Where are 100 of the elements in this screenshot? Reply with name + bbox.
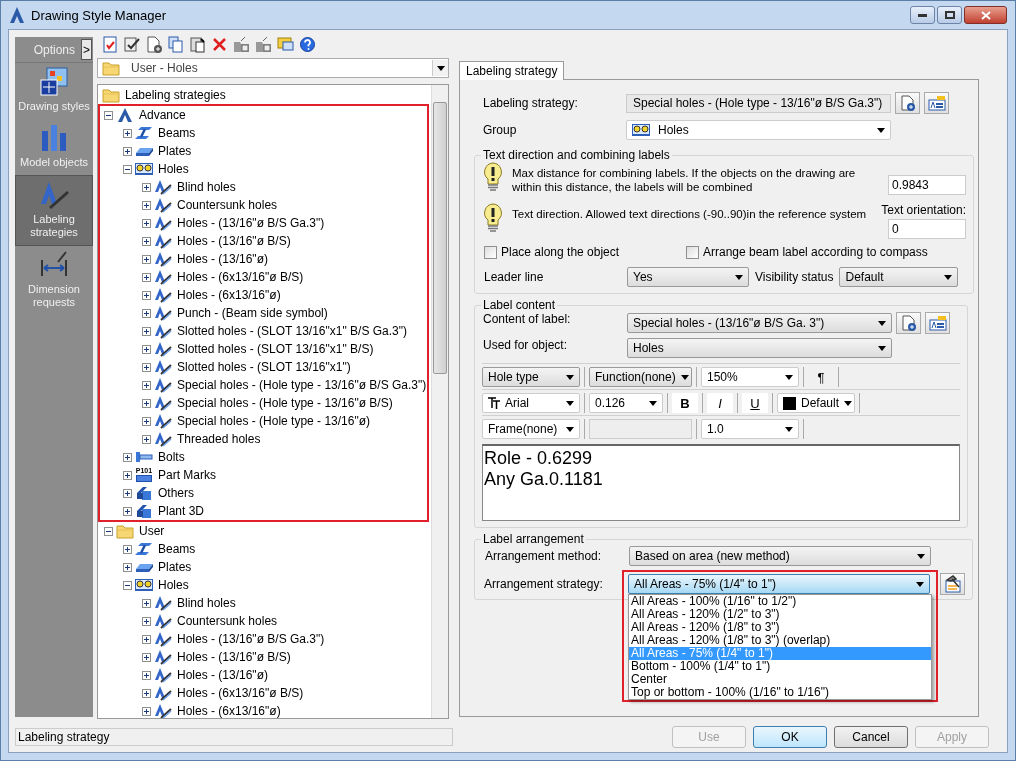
tree-item[interactable]: Plant 3D — [156, 504, 207, 518]
expand-toggle[interactable] — [104, 526, 113, 536]
expand-toggle[interactable] — [142, 398, 151, 408]
tree-item[interactable]: Plates — [156, 144, 194, 158]
tree-item[interactable]: Advance — [137, 108, 188, 122]
dropdown-option[interactable]: All Areas - 100% (1/16" to 1/2") — [629, 595, 931, 608]
expand-toggle[interactable] — [142, 434, 151, 444]
format-dropdown[interactable]: 0.126 — [589, 393, 663, 413]
delete-icon[interactable] — [211, 35, 228, 53]
expand-toggle[interactable] — [142, 308, 151, 318]
sidebar-item[interactable]: Labeling strategies — [15, 175, 93, 246]
tree-item[interactable]: Part Marks — [156, 468, 218, 482]
tree-item[interactable]: Special holes - (Hole type - 13/16"ø B/S) — [175, 396, 395, 410]
paragraph-button[interactable]: ¶ — [808, 367, 834, 387]
expand-toggle[interactable] — [142, 254, 151, 264]
tree-item[interactable]: Punch - (Beam side symbol) — [175, 306, 330, 320]
tree-item[interactable]: Holes - (13/16"ø B/S) — [175, 650, 293, 664]
format-dropdown[interactable]: Hole type — [482, 367, 580, 387]
checkbox[interactable] — [484, 245, 497, 259]
tree-item[interactable]: Labeling strategies — [123, 88, 228, 102]
tree-item[interactable]: Countersunk holes — [175, 614, 280, 628]
tree-item[interactable]: Special holes - (Hole type - 13/16"ø) — [175, 414, 372, 428]
expand-toggle[interactable] — [142, 416, 151, 426]
expand-toggle[interactable] — [142, 670, 151, 680]
tree-item[interactable]: User — [137, 524, 167, 538]
expand-toggle[interactable] — [123, 488, 132, 498]
tree-item[interactable]: Holes - (13/16"ø B/S Ga.3") — [175, 632, 327, 646]
expand-toggle[interactable] — [142, 598, 151, 608]
expand-toggle[interactable] — [142, 182, 151, 192]
expand-toggle[interactable] — [123, 506, 132, 516]
expand-toggle[interactable] — [142, 218, 151, 228]
tree-item[interactable]: Threaded holes — [175, 432, 263, 446]
dropdown-option[interactable]: All Areas - 120% (1/8" to 3") (overlap) — [629, 634, 931, 647]
close-button[interactable] — [964, 6, 1007, 24]
strategy-field[interactable]: Special holes - (Hole type - 13/16"ø B/S Ga.3") — [626, 93, 891, 113]
expand-toggle[interactable] — [123, 164, 132, 174]
tree-item[interactable]: Holes - (6x13/16"ø B/S) — [175, 686, 306, 700]
tree-item[interactable]: Holes — [156, 162, 191, 176]
tree-item[interactable]: Bolts — [156, 450, 187, 464]
tree-item[interactable]: Plates — [156, 560, 194, 574]
expand-toggle[interactable] — [123, 544, 132, 554]
copy-icon[interactable] — [167, 35, 184, 53]
location-dropdown[interactable]: User - Holes — [97, 58, 449, 78]
bold-button[interactable]: B — [672, 393, 698, 413]
monitor-icon[interactable] — [277, 35, 294, 53]
format-dropdown[interactable]: 150% — [701, 367, 799, 387]
tab[interactable]: Labeling strategy — [459, 61, 565, 80]
dropdown-option[interactable]: Bottom - 100% (1/4" to 1") — [629, 660, 931, 673]
strategy-dropdown[interactable]: All Areas - 75% (1/4" to 1") — [628, 574, 930, 594]
expand-toggle[interactable] — [142, 290, 151, 300]
tree-item[interactable]: Holes - (13/16"ø B/S) — [175, 234, 293, 248]
expand-button[interactable]: > — [81, 39, 92, 60]
checklist-icon[interactable] — [101, 35, 118, 53]
method-dropdown[interactable]: Based on area (new method) — [629, 546, 931, 566]
tree-item[interactable]: Special holes - (Hole type - 13/16"ø B/S Ga.3") — [175, 378, 429, 392]
folder-export-icon[interactable] — [233, 35, 250, 53]
tree-item[interactable]: Blind holes — [175, 596, 238, 610]
edit-button[interactable] — [924, 92, 949, 114]
label-text-editor[interactable]: Role - 0.6299 Any Ga.0.1181 — [482, 444, 960, 521]
tools-button[interactable] — [940, 573, 965, 595]
italic-button[interactable]: I — [707, 393, 733, 413]
tree-item[interactable]: Slotted holes - (SLOT 13/16"x1") — [175, 360, 353, 374]
leader-line-dropdown[interactable]: Yes — [627, 267, 749, 287]
font-dropdown[interactable]: Arial — [482, 393, 580, 413]
dropdown-option[interactable]: Center — [629, 673, 931, 686]
expand-toggle[interactable] — [142, 616, 151, 626]
dialog-button[interactable]: Cancel — [834, 726, 908, 748]
format-field[interactable] — [589, 419, 692, 439]
expand-toggle[interactable] — [142, 344, 151, 354]
color-dropdown[interactable]: Default — [777, 393, 855, 413]
expand-toggle[interactable] — [142, 272, 151, 282]
maximize-button[interactable] — [937, 6, 962, 24]
expand-toggle[interactable] — [104, 110, 113, 120]
expand-toggle[interactable] — [123, 562, 132, 572]
format-dropdown[interactable]: Frame(none) — [482, 419, 580, 439]
minimize-button[interactable] — [910, 6, 935, 24]
dropdown-option[interactable]: Top or bottom - 100% (1/16" to 1/16") — [629, 686, 931, 699]
dropdown-option[interactable]: All Areas - 120% (1/2" to 3") — [629, 608, 931, 621]
expand-toggle[interactable] — [142, 200, 151, 210]
expand-toggle[interactable] — [123, 452, 132, 462]
expand-toggle[interactable] — [142, 362, 151, 372]
tree-item[interactable]: Holes — [156, 578, 191, 592]
tree-item[interactable]: Beams — [156, 126, 198, 140]
group-dropdown[interactable]: Holes — [626, 120, 891, 140]
new-document-icon[interactable] — [145, 35, 162, 53]
distance-field[interactable]: 0.9843 — [888, 175, 966, 195]
format-dropdown[interactable]: 1.0 — [701, 419, 799, 439]
expand-toggle[interactable] — [142, 652, 151, 662]
new-button[interactable] — [895, 92, 920, 114]
visibility-dropdown[interactable]: Default — [839, 267, 959, 287]
tree-item[interactable]: Holes - (13/16"ø) — [175, 668, 270, 682]
content-dropdown[interactable]: Special holes - (13/16"ø B/S Ga. 3") — [627, 313, 892, 333]
checkbox[interactable] — [686, 245, 699, 259]
help-icon[interactable] — [299, 35, 316, 53]
edit-icon[interactable] — [123, 35, 140, 53]
underline-button[interactable]: U — [742, 393, 768, 413]
edit-button[interactable] — [925, 312, 950, 334]
dropdown-option[interactable]: All Areas - 120% (1/8" to 3") — [629, 621, 931, 634]
expand-toggle[interactable] — [123, 470, 132, 480]
expand-toggle[interactable] — [142, 688, 151, 698]
